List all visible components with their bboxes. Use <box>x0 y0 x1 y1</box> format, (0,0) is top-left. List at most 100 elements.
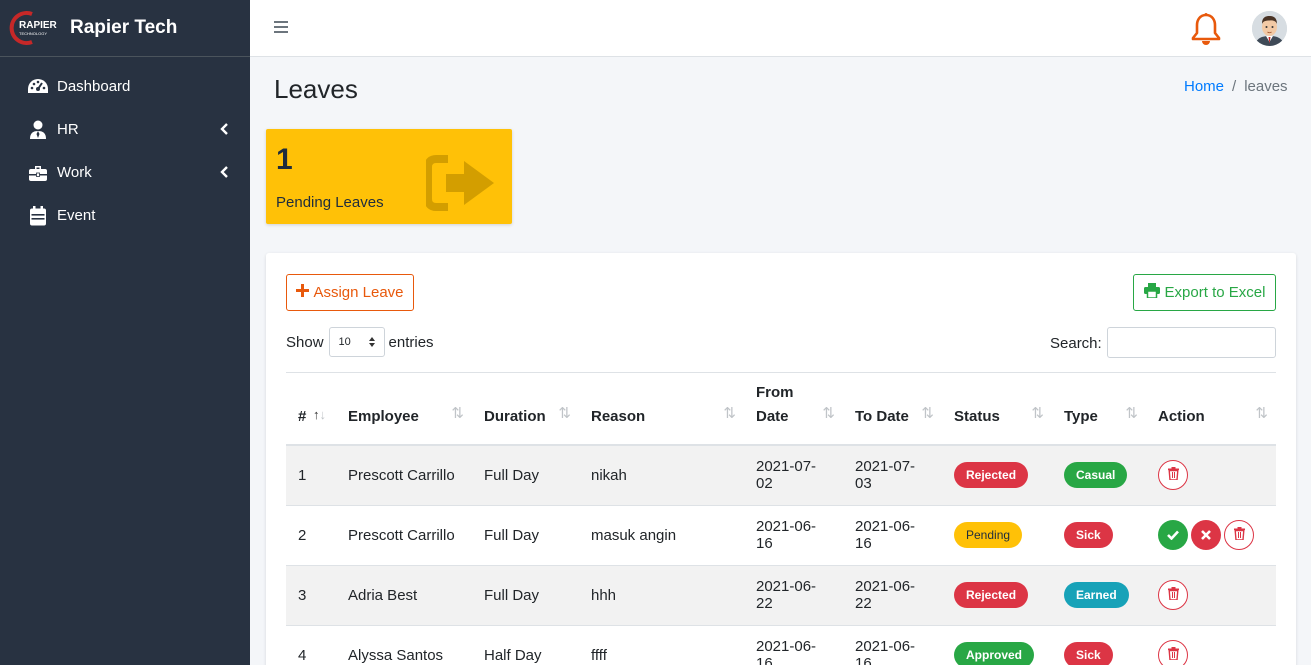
sidebar-item-hr[interactable]: HR <box>0 108 250 151</box>
approve-button[interactable] <box>1158 520 1188 550</box>
sidebar-item-label: Event <box>57 207 96 224</box>
sort-icon: ⇅ <box>921 405 934 422</box>
breadcrumb-home-link[interactable]: Home <box>1184 78 1224 95</box>
cell-duration: Half Day <box>472 624 579 665</box>
brand-logo: RAPIER TECHNOLOGY <box>8 11 62 45</box>
sidebar-item-dashboard[interactable]: Dashboard <box>0 65 250 108</box>
brand[interactable]: RAPIER TECHNOLOGY Rapier Tech <box>0 0 250 57</box>
search-label: Search: <box>1050 335 1102 352</box>
column-header-action[interactable]: Action ⇅ <box>1146 373 1276 446</box>
table-row: 1 Prescott Carrillo Full Day nikah 2021-… <box>286 444 1276 505</box>
table-row: 3 Adria Best Full Day hhh 2021-06-22 202… <box>286 564 1276 625</box>
printer-icon <box>1143 283 1160 302</box>
status-badge: Rejected <box>954 582 1029 608</box>
column-header-duration[interactable]: Duration ⇅ <box>472 373 579 446</box>
delete-button[interactable] <box>1158 640 1188 665</box>
type-badge: Casual <box>1064 462 1128 489</box>
sidebar-item-work[interactable]: Work <box>0 151 250 194</box>
delete-button[interactable] <box>1158 580 1188 610</box>
cell-number: 2 <box>286 504 336 565</box>
cell-type: Sick <box>1052 624 1146 665</box>
sort-icon: ⇅ <box>723 405 736 422</box>
sort-icon: ⇅ <box>822 405 835 422</box>
cell-status: Rejected <box>942 564 1052 625</box>
cell-from-date: 2021-06-22 <box>744 564 843 625</box>
plus-icon <box>296 284 310 301</box>
trash-icon <box>1167 646 1179 664</box>
page-length-select[interactable]: 10 <box>328 327 385 357</box>
column-header-number[interactable]: # ↑↓ <box>286 373 336 446</box>
breadcrumb-separator: / <box>1232 78 1237 95</box>
bell-icon[interactable] <box>1190 12 1222 51</box>
entries-label: entries <box>388 333 434 351</box>
cell-reason: hhh <box>579 564 744 625</box>
sidebar: RAPIER TECHNOLOGY Rapier Tech Dashboard … <box>0 0 250 665</box>
cell-employee: Adria Best <box>336 564 472 625</box>
cell-to-date: 2021-06-22 <box>843 564 942 625</box>
cell-from-date: 2021-06-16 <box>744 624 843 665</box>
sidebar-item-label: Dashboard <box>57 78 131 95</box>
column-label: # <box>298 408 307 425</box>
column-header-from-date[interactable]: From Date ⇅ <box>744 373 843 446</box>
cell-status: Approved <box>942 624 1052 665</box>
column-label: Status <box>954 408 1000 425</box>
type-badge: Sick <box>1064 642 1113 665</box>
cell-reason: ffff <box>579 624 744 665</box>
cell-number: 4 <box>286 624 336 665</box>
table-row: 4 Alyssa Santos Half Day ffff 2021-06-16… <box>286 624 1276 665</box>
column-header-reason[interactable]: Reason ⇅ <box>579 373 744 446</box>
cell-number: 1 <box>286 444 336 505</box>
sort-icon: ⇅ <box>1255 405 1268 422</box>
avatar[interactable] <box>1252 11 1287 46</box>
cell-status: Rejected <box>942 444 1052 505</box>
column-header-to-date[interactable]: To Date ⇅ <box>843 373 942 446</box>
table-header-row: # ↑↓ Employee ⇅ Duration ⇅ Reason ⇅ From Dat… <box>286 373 1276 446</box>
chevron-left-icon <box>220 122 228 139</box>
column-label: Action <box>1158 408 1205 425</box>
delete-button[interactable] <box>1158 460 1188 491</box>
breadcrumb-current: leaves <box>1244 78 1288 95</box>
show-label: Show <box>286 333 324 351</box>
page-title: Leaves <box>274 74 358 104</box>
cell-to-date: 2021-07-03 <box>843 444 942 505</box>
export-excel-label: Export to Excel <box>1164 284 1266 301</box>
delete-button[interactable] <box>1224 520 1254 550</box>
sidebar-item-event[interactable]: Event <box>0 194 250 237</box>
sidebar-nav: Dashboard HR Work Event <box>0 57 250 237</box>
column-header-status[interactable]: Status ⇅ <box>942 373 1052 446</box>
cell-type: Sick <box>1052 504 1146 565</box>
cell-reason: nikah <box>579 444 744 505</box>
tachometer-icon <box>27 77 49 97</box>
search-input[interactable] <box>1107 327 1276 358</box>
sidebar-item-label: HR <box>57 121 79 138</box>
cell-duration: Full Day <box>472 564 579 625</box>
column-label: To Date <box>855 408 909 425</box>
svg-text:RAPIER: RAPIER <box>19 20 58 31</box>
column-header-type[interactable]: Type ⇅ <box>1052 373 1146 446</box>
type-badge: Earned <box>1064 582 1129 608</box>
page-length-value: 10 <box>338 336 351 348</box>
cell-employee: Prescott Carrillo <box>336 444 472 505</box>
column-header-employee[interactable]: Employee ⇅ <box>336 373 472 446</box>
sort-icon: ⇅ <box>1125 405 1138 422</box>
cell-action <box>1146 564 1276 625</box>
sort-icon: ⇅ <box>558 405 571 422</box>
trash-icon <box>1167 586 1179 604</box>
assign-leave-button[interactable]: Assign Leave <box>286 274 414 311</box>
cell-type: Casual <box>1052 444 1146 505</box>
export-excel-button[interactable]: Export to Excel <box>1133 274 1276 311</box>
top-navbar <box>250 0 1311 57</box>
chevron-left-icon <box>220 165 228 182</box>
column-label: From Date <box>756 384 794 425</box>
cell-employee: Prescott Carrillo <box>336 504 472 565</box>
cell-employee: Alyssa Santos <box>336 624 472 665</box>
reject-button[interactable] <box>1191 520 1221 550</box>
hamburger-icon[interactable] <box>274 20 288 38</box>
sort-caret-icon <box>368 336 376 351</box>
pending-leaves-count: 1 <box>276 143 293 176</box>
check-icon <box>1167 527 1179 544</box>
cell-from-date: 2021-07-02 <box>744 444 843 505</box>
table-row: 2 Prescott Carrillo Full Day masuk angin… <box>286 504 1276 565</box>
column-label: Duration <box>484 408 546 425</box>
cell-action <box>1146 624 1276 665</box>
